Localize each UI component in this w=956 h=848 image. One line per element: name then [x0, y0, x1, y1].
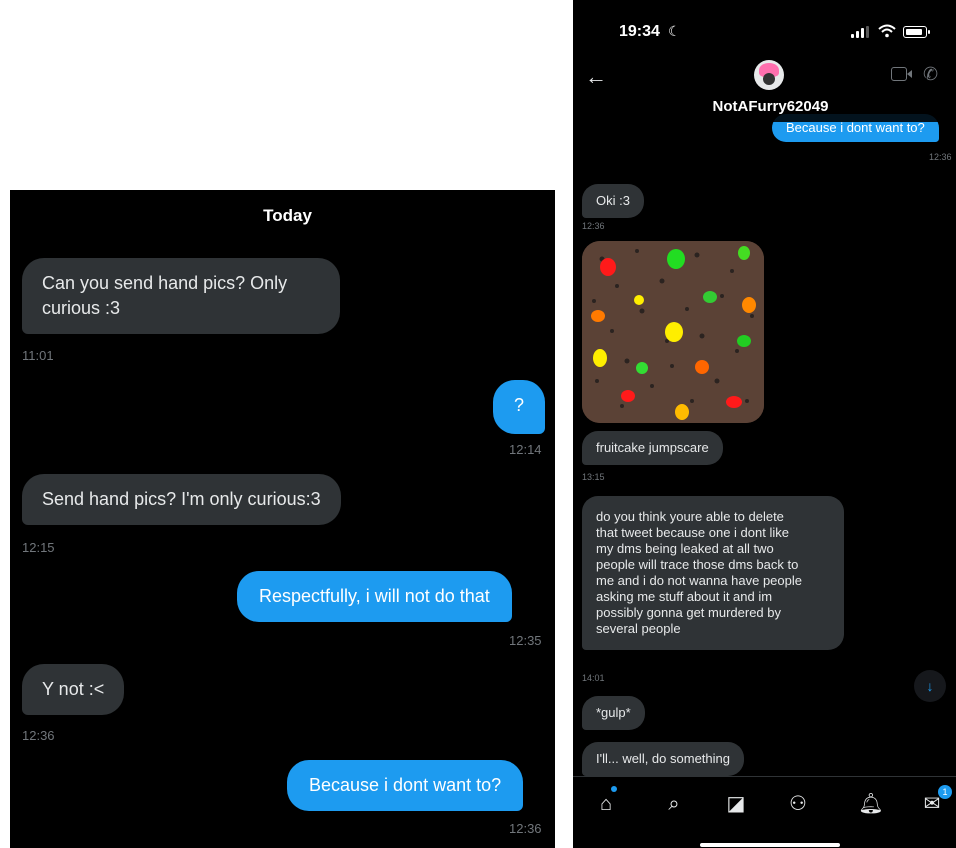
- left-screenshot: Today Can you send hand pics? Only curio…: [10, 190, 555, 848]
- message-line: I'll... well, do something: [596, 751, 730, 766]
- phone-icon[interactable]: ✆: [923, 64, 938, 85]
- message-timestamp: 11:01: [22, 348, 54, 363]
- message-bubble-outgoing[interactable]: Respectfully, i will not do that: [237, 571, 512, 622]
- message-bubble-outgoing[interactable]: ?: [493, 380, 545, 434]
- message-line: Can you send hand pics? Only: [42, 273, 288, 293]
- wifi-icon: [878, 24, 896, 38]
- messages-badge: 1: [938, 785, 952, 799]
- home-unread-dot: [611, 786, 617, 792]
- battery-icon: [903, 26, 930, 38]
- bottom-tab-bar: ⌂ ⌕ ◪ ⚇ 🔔︎ ✉︎ 1: [573, 776, 956, 848]
- message-bubble-incoming[interactable]: Oki :3: [582, 184, 644, 218]
- grok-icon[interactable]: ◪: [721, 789, 751, 819]
- communities-icon[interactable]: ⚇: [783, 789, 813, 819]
- fruitcake-drawing: [582, 241, 764, 423]
- message-bubble-incoming[interactable]: Send hand pics? I'm only curious:3: [22, 474, 341, 525]
- message-line: that tweet because one i dont like: [596, 525, 789, 540]
- scroll-down-button[interactable]: ↓: [914, 670, 946, 702]
- home-icon[interactable]: ⌂: [591, 789, 621, 819]
- message-bubble-outgoing[interactable]: Because i dont want to?: [287, 760, 524, 811]
- message-line: me and i do not wanna have people: [596, 573, 802, 588]
- notifications-icon[interactable]: 🔔︎: [856, 789, 886, 819]
- message-line: Y not :<: [42, 679, 105, 699]
- right-screenshot: 19:34 ☾ ← NotAFurry62049 ✆ Because i don…: [573, 0, 956, 848]
- message-timestamp: 12:35: [509, 633, 542, 648]
- message-line: Because i dont want to?: [786, 120, 925, 135]
- message-line: Send hand pics? I'm only curious:3: [42, 489, 321, 509]
- status-bar: 19:34 ☾: [573, 0, 956, 44]
- message-line: Because i dont want to?: [309, 775, 502, 795]
- search-icon[interactable]: ⌕: [659, 789, 689, 819]
- message-line: do you think youre able to delete: [596, 509, 784, 524]
- moon-icon: ☾: [668, 23, 681, 39]
- message-timestamp: 13:15: [582, 472, 605, 482]
- message-bubble-incoming[interactable]: do you think youre able to delete that t…: [582, 496, 844, 650]
- message-timestamp: 12:36: [582, 221, 605, 231]
- message-line: Respectfully, i will not do that: [259, 586, 490, 606]
- message-bubble-incoming[interactable]: I'll... well, do something: [582, 742, 744, 776]
- message-line: asking me stuff about it and im: [596, 589, 773, 604]
- message-line: ?: [513, 395, 524, 415]
- chat-header: ← NotAFurry62049 ✆: [573, 44, 956, 122]
- message-line: my dms being leaked at all two: [596, 541, 774, 556]
- message-line: fruitcake jumpscare: [596, 440, 709, 455]
- status-time: 19:34: [619, 23, 660, 40]
- message-line: people will trace those dms back to: [596, 557, 799, 572]
- home-indicator: [700, 843, 840, 847]
- message-line: Oki :3: [596, 193, 630, 208]
- message-bubble-incoming[interactable]: *gulp*: [582, 696, 645, 730]
- message-line: possibly gonna get murdered by: [596, 605, 782, 620]
- contact-name[interactable]: NotAFurry62049: [573, 98, 956, 115]
- avatar[interactable]: [754, 60, 784, 90]
- message-timestamp: 12:14: [509, 442, 542, 457]
- message-bubble-incoming[interactable]: Can you send hand pics? Only curious :3: [22, 258, 340, 334]
- message-timestamp: 12:15: [22, 540, 55, 555]
- video-call-icon[interactable]: [891, 67, 912, 81]
- back-arrow-icon[interactable]: ←: [585, 64, 607, 90]
- message-line: *gulp*: [596, 705, 631, 720]
- day-separator: Today: [263, 206, 312, 225]
- message-line: curious :3: [42, 298, 121, 318]
- message-line: several people: [596, 621, 681, 636]
- message-timestamp: 12:36: [929, 152, 952, 162]
- signal-icon: [851, 26, 871, 38]
- message-timestamp: 14:01: [582, 673, 605, 683]
- message-bubble-incoming[interactable]: fruitcake jumpscare: [582, 431, 723, 465]
- fruitcake-image[interactable]: [582, 241, 764, 423]
- message-timestamp: 12:36: [509, 821, 542, 836]
- message-timestamp: 12:36: [22, 728, 55, 743]
- message-bubble-incoming[interactable]: Y not :<: [22, 664, 125, 715]
